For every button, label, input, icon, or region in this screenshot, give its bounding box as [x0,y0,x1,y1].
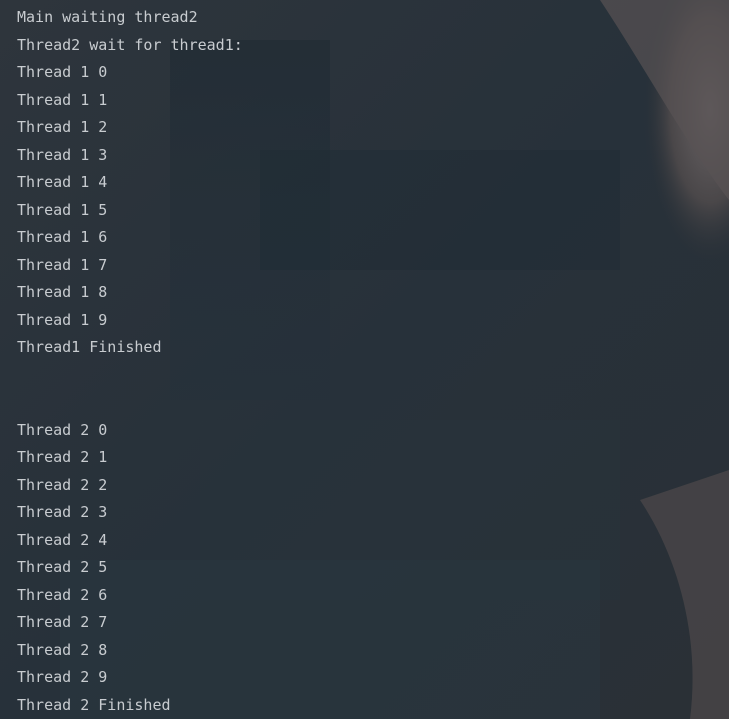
console-line: Thread 2 6 [17,585,108,604]
console-line: Thread 2 5 [17,558,108,576]
console-line: Thread 2 4 [17,530,108,549]
console-line: Thread 2 Finished [17,695,171,714]
console-line: Thread 2 8 [17,640,108,659]
console-line: Thread 1 0 [17,63,108,81]
console-text-output: Main waiting thread2 Thread2 wait for thr… [17,4,717,719]
console-line: Main waiting thread2 [17,8,198,26]
console-line: Thread 2 2 [17,475,108,494]
console-line: Thread 2 9 [17,668,108,686]
console-line: Thread2 wait for thread1: [17,35,243,54]
console-line: Thread 2 3 [17,503,108,521]
console-line: Thread1 Finished [17,338,162,356]
console-line: Thread 1 8 [17,283,108,301]
console-line: Thread 1 9 [17,310,108,329]
console-output-panel: Main waiting thread2 Thread2 wait for thr… [0,0,729,719]
console-line: Thread 1 1 [17,90,108,109]
console-line: Thread 1 4 [17,173,108,191]
console-line: Thread 1 6 [17,228,108,246]
console-line: Thread 2 1 [17,448,108,466]
console-line: Thread 2 7 [17,613,108,631]
console-line: Thread 2 0 [17,420,108,439]
console-line: Thread 1 2 [17,118,108,136]
console-line: Thread 1 3 [17,145,108,164]
console-line: Thread 1 5 [17,200,108,219]
console-line: Thread 1 7 [17,255,108,274]
